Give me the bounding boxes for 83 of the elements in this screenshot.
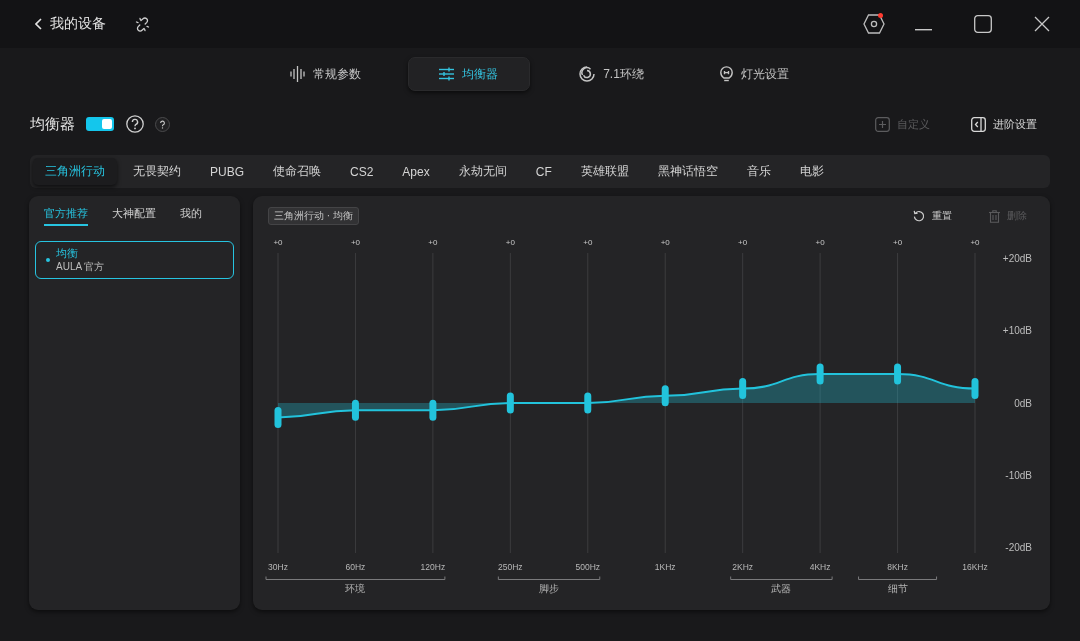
hexagon-icon[interactable] — [863, 14, 885, 34]
dot-icon — [46, 258, 50, 262]
frequency-label: 60Hz — [345, 562, 366, 572]
game-tab[interactable]: 使命召唤 — [260, 158, 334, 185]
trash-icon — [989, 209, 1000, 223]
sliders-icon — [439, 67, 454, 81]
db-label: +20dB — [1002, 253, 1032, 264]
band-handle[interactable] — [971, 378, 979, 400]
game-tab[interactable]: 英雄联盟 — [567, 158, 642, 185]
preset-tab[interactable]: 大神配置 — [112, 206, 156, 226]
preset-tab[interactable]: 官方推荐 — [44, 206, 88, 226]
frequency-label: 16KHz — [962, 562, 988, 572]
gain-readout: +0 — [815, 238, 825, 247]
band-handle[interactable] — [506, 392, 514, 414]
gain-readout: +0 — [738, 238, 748, 247]
advanced-settings-button[interactable]: 进阶设置 — [971, 116, 1037, 132]
back-button[interactable]: 我的设备 — [35, 12, 106, 36]
game-tab[interactable]: CF — [522, 158, 565, 185]
frequency-label: 120Hz — [420, 562, 446, 572]
gain-readout: +0 — [273, 238, 283, 247]
preset-tab[interactable]: 我的 — [180, 206, 202, 226]
toggle-switch[interactable] — [86, 117, 114, 131]
band-handle[interactable] — [894, 363, 902, 385]
help-icon[interactable] — [155, 116, 170, 132]
preset-badge: 三角洲行动 · 均衡 — [268, 207, 359, 225]
game-tab[interactable]: 电影 — [786, 158, 837, 185]
db-label: -10dB — [1005, 469, 1032, 481]
range-label: 细节 — [887, 583, 908, 594]
game-tab[interactable]: 音乐 — [733, 158, 784, 185]
nav-tab[interactable]: 均衡器 — [407, 57, 530, 91]
frequency-label: 1KHz — [654, 562, 676, 572]
db-label: 0dB — [1014, 397, 1032, 409]
minimize-icon[interactable] — [915, 29, 932, 31]
game-tab[interactable]: 黑神话悟空 — [644, 158, 731, 185]
nav-tab[interactable]: 灯光设置 — [693, 57, 816, 91]
gain-readout: +0 — [970, 238, 980, 247]
range-label: 环境 — [345, 583, 366, 594]
gain-readout: +0 — [893, 238, 903, 247]
frequency-label: 30Hz — [268, 562, 288, 572]
preset-item[interactable]: 均衡 AULA 官方 — [35, 241, 234, 279]
gain-readout: +0 — [428, 238, 438, 247]
frequency-label: 500Hz — [575, 562, 601, 572]
frequency-label: 250Hz — [498, 562, 523, 572]
spiral-icon — [579, 66, 596, 82]
band-handle[interactable] — [739, 378, 747, 400]
frequency-label: 4KHz — [809, 562, 831, 572]
range-label: 脚步 — [539, 583, 560, 594]
game-tab[interactable]: 永劫无间 — [445, 158, 520, 185]
reset-button[interactable]: 重置 — [913, 209, 952, 223]
band-handle[interactable] — [274, 406, 282, 428]
light-bulb-icon — [720, 65, 733, 83]
game-tab[interactable]: Apex — [389, 158, 443, 185]
preset-name: 均衡 — [56, 247, 79, 260]
maximize-icon[interactable] — [974, 15, 992, 33]
reset-icon — [913, 210, 925, 222]
section-title: 均衡器 — [30, 114, 75, 134]
frequency-label: 2KHz — [732, 562, 754, 572]
gain-readout: +0 — [505, 238, 515, 247]
db-label: -20dB — [1005, 542, 1032, 553]
gain-readout: +0 — [660, 238, 670, 247]
broken-link-icon[interactable] — [135, 16, 150, 32]
preset-author: AULA 官方 — [56, 261, 105, 273]
band-handle[interactable] — [816, 363, 824, 385]
sound-wave-icon — [290, 66, 305, 82]
db-label: +10dB — [1002, 325, 1032, 337]
nav-tab[interactable]: 7.1环绕 — [550, 57, 673, 91]
nav-tab[interactable]: 常规参数 — [264, 57, 387, 91]
plus-square-icon — [875, 116, 890, 132]
band-handle[interactable] — [661, 385, 669, 407]
close-icon[interactable] — [1034, 16, 1050, 32]
band-handle[interactable] — [584, 392, 592, 414]
game-tab[interactable]: CS2 — [337, 158, 387, 185]
sidebar-collapse-icon — [971, 116, 986, 132]
frequency-label: 8KHz — [887, 562, 908, 572]
gain-readout: +0 — [350, 238, 360, 247]
range-label: 武器 — [771, 583, 792, 594]
game-tab[interactable]: 无畏契约 — [120, 158, 194, 185]
gain-readout: +0 — [583, 238, 593, 247]
band-handle[interactable] — [429, 399, 437, 421]
band-handle[interactable] — [351, 399, 359, 421]
game-tab[interactable]: 三角洲行动 — [33, 158, 117, 185]
game-tab[interactable]: PUBG — [197, 158, 257, 185]
chevron-left-icon — [35, 18, 42, 30]
